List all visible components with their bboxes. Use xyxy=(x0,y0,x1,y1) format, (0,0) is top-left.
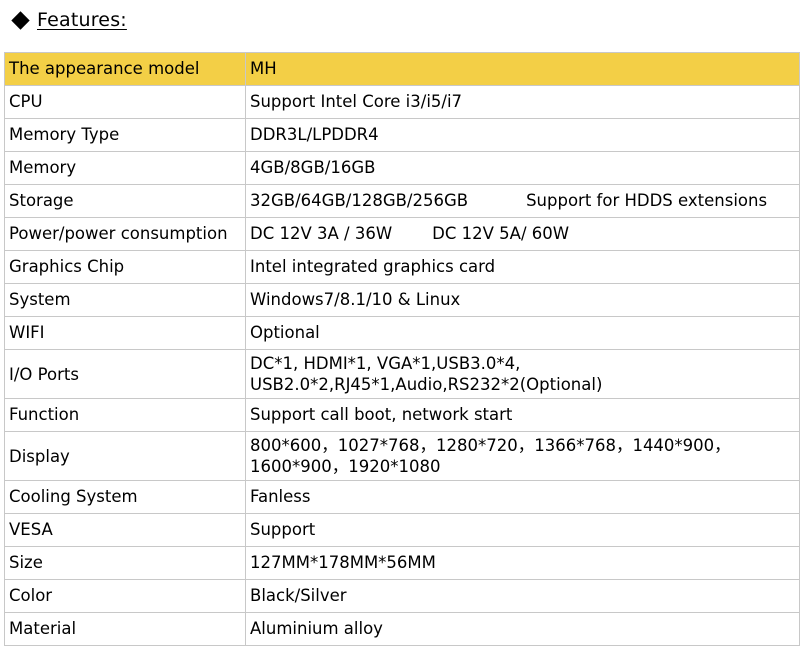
table-row-color: Color Black/Silver xyxy=(4,579,800,613)
header-value: MH xyxy=(245,52,800,86)
row-value: DDR3L/LPDDR4 xyxy=(245,118,800,152)
row-label: Graphics Chip xyxy=(4,250,246,284)
row-value: Support call boot, network start xyxy=(245,398,800,432)
row-label: Memory Type xyxy=(4,118,246,152)
row-label: Material xyxy=(4,612,246,646)
table-row-storage: Storage 32GB/64GB/128GB/256GB Support for… xyxy=(4,184,800,218)
row-value: 32GB/64GB/128GB/256GB Support for HDDS ex… xyxy=(245,184,800,218)
row-value: Aluminium alloy xyxy=(245,612,800,646)
features-title: Features: xyxy=(37,9,127,31)
row-value: 4GB/8GB/16GB xyxy=(245,151,800,185)
row-label: Cooling System xyxy=(4,480,246,514)
row-value: DC*1, HDMI*1, VGA*1,USB3.0*4, USB2.0*2,RJ… xyxy=(245,349,800,399)
row-value: Intel integrated graphics card xyxy=(245,250,800,284)
table-row-memory-type: Memory Type DDR3L/LPDDR4 xyxy=(4,118,800,152)
row-value: Optional xyxy=(245,316,800,350)
table-row-size: Size 127MM*178MM*56MM xyxy=(4,546,800,580)
io-ports-line-2: USB2.0*2,RJ45*1,Audio,RS232*2(Optional) xyxy=(250,375,603,394)
row-value: Windows7/8.1/10 & Linux xyxy=(245,283,800,317)
table-row-graphics: Graphics Chip Intel integrated graphics … xyxy=(4,250,800,284)
row-label: Display xyxy=(4,431,246,481)
row-label: I/O Ports xyxy=(4,349,246,399)
table-row-function: Function Support call boot, network star… xyxy=(4,398,800,432)
storage-capacity: 32GB/64GB/128GB/256GB xyxy=(250,191,469,210)
table-row-material: Material Aluminium alloy xyxy=(4,612,800,646)
io-ports-line-1: DC*1, HDMI*1, VGA*1,USB3.0*4, xyxy=(250,354,521,373)
row-label: Function xyxy=(4,398,246,432)
row-label: Memory xyxy=(4,151,246,185)
table-row-vesa: VESA Support xyxy=(4,513,800,547)
row-label: System xyxy=(4,283,246,317)
table-header-row: The appearance model MH xyxy=(4,52,800,86)
row-value: DC 12V 3A / 36W DC 12V 5A/ 60W xyxy=(245,217,800,251)
power-option-1: DC 12V 3A / 36W xyxy=(250,224,393,243)
storage-extension: Support for HDDS extensions xyxy=(526,191,768,210)
row-label: CPU xyxy=(4,85,246,119)
row-value: Support Intel Core i3/i5/i7 xyxy=(245,85,800,119)
row-value: 800*600，1027*768，1280*720，1366*768，1440*… xyxy=(245,431,800,481)
table-row-cooling: Cooling System Fanless xyxy=(4,480,800,514)
table-row-system: System Windows7/8.1/10 & Linux xyxy=(4,283,800,317)
table-row-cpu: CPU Support Intel Core i3/i5/i7 xyxy=(4,85,800,119)
display-line-2: 1600*900，1920*1080 xyxy=(250,457,441,476)
row-label: WIFI xyxy=(4,316,246,350)
table-row-memory: Memory 4GB/8GB/16GB xyxy=(4,151,800,185)
table-row-power: Power/power consumption DC 12V 3A / 36W D… xyxy=(4,217,800,251)
row-label: Power/power consumption xyxy=(4,217,246,251)
table-row-wifi: WIFI Optional xyxy=(4,316,800,350)
diamond-bullet-icon xyxy=(11,10,30,30)
features-table: The appearance model MH CPU Support Inte… xyxy=(4,52,800,646)
display-line-1: 800*600，1027*768，1280*720，1366*768，1440*… xyxy=(250,436,731,455)
row-label: Color xyxy=(4,579,246,613)
row-label: Size xyxy=(4,546,246,580)
table-row-display: Display 800*600，1027*768，1280*720，1366*7… xyxy=(4,431,800,481)
table-row-io-ports: I/O Ports DC*1, HDMI*1, VGA*1,USB3.0*4, U… xyxy=(4,349,800,399)
features-heading: Features: xyxy=(11,7,127,33)
row-value: Black/Silver xyxy=(245,579,800,613)
row-value: 127MM*178MM*56MM xyxy=(245,546,800,580)
row-label: VESA xyxy=(4,513,246,547)
header-label: The appearance model xyxy=(4,52,246,86)
row-label: Storage xyxy=(4,184,246,218)
row-value: Support xyxy=(245,513,800,547)
power-option-2: DC 12V 5A/ 60W xyxy=(432,224,570,243)
row-value: Fanless xyxy=(245,480,800,514)
